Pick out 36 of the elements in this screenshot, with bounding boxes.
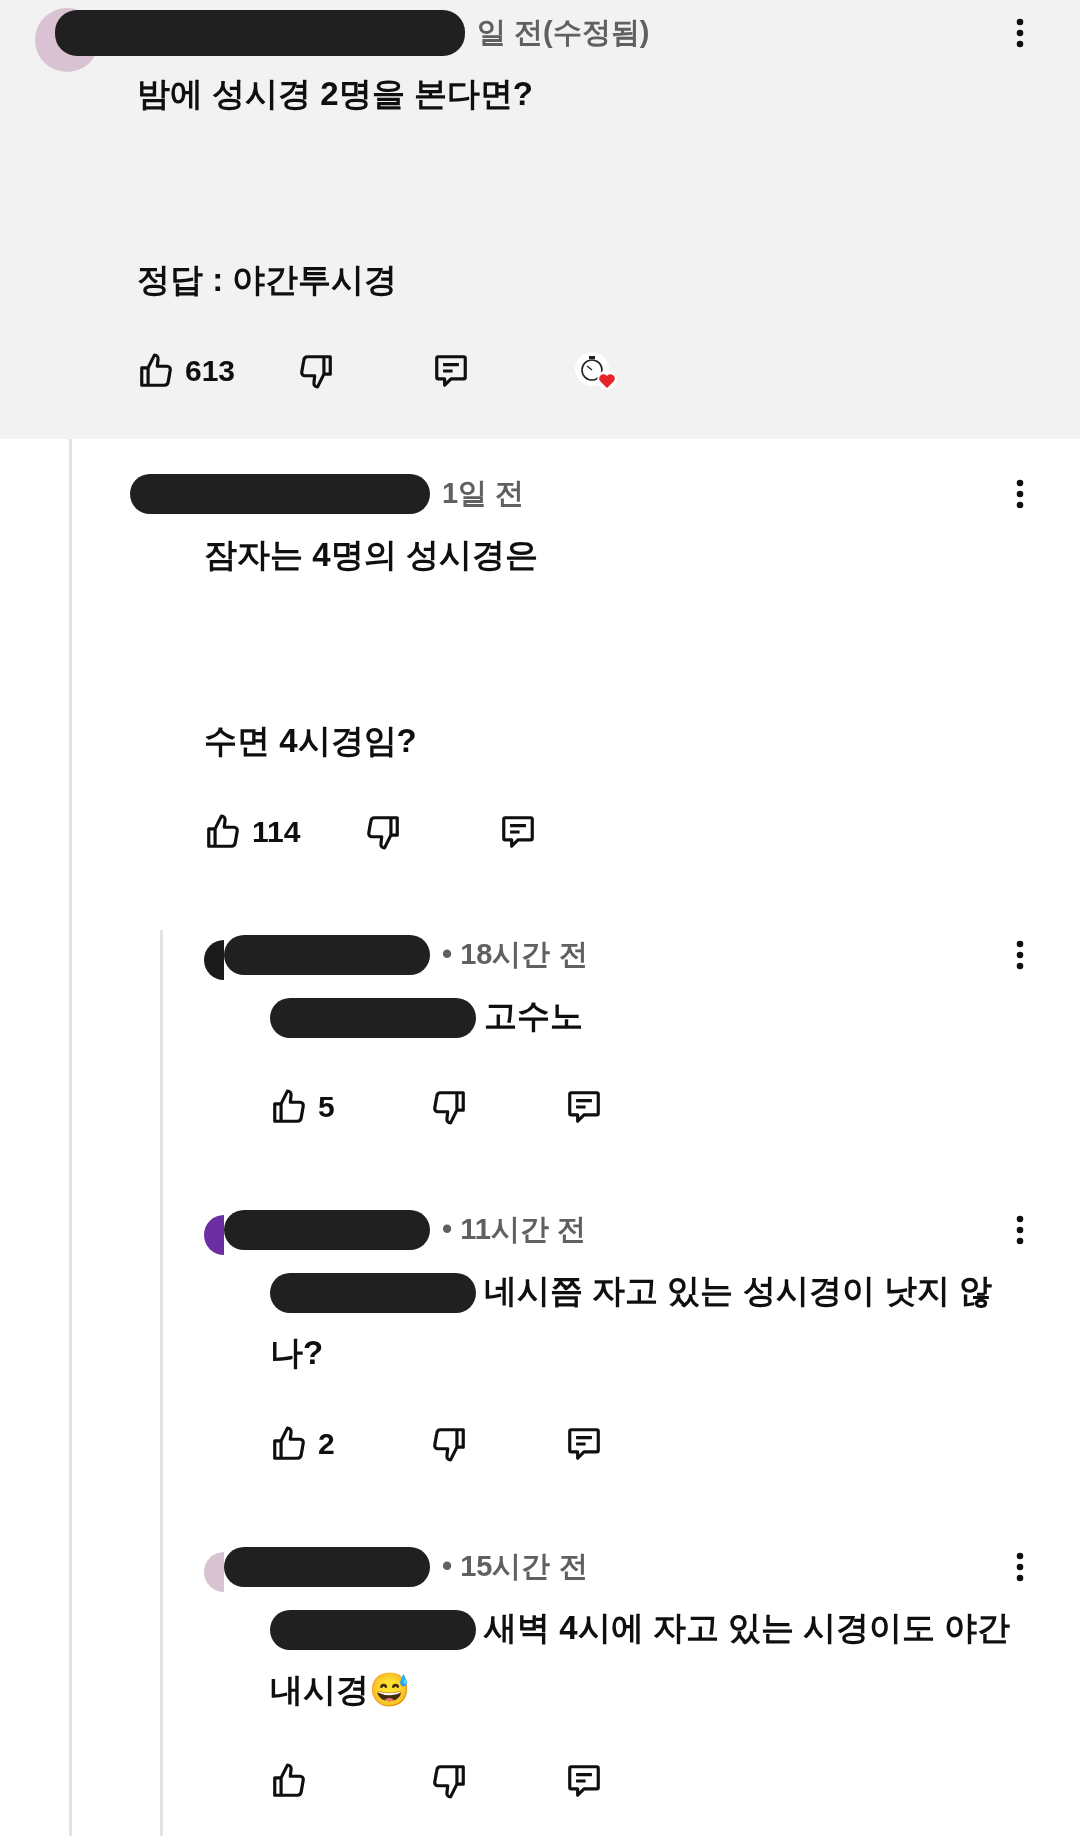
- thumbs-down-icon[interactable]: [430, 1088, 468, 1126]
- reply-icon[interactable]: [432, 352, 470, 390]
- comment-text: 새벽 4시에 자고 있는 시경이도 야간내시경😅: [270, 1608, 1012, 1710]
- comment-time: 1일 전: [442, 476, 525, 511]
- comment-text: 밤에 성시경 2명을 본다면? 정답 : 야간투시경: [137, 74, 535, 300]
- reply-icon[interactable]: [565, 1425, 603, 1463]
- thumbs-up-icon[interactable]: [204, 813, 242, 851]
- avatar[interactable]: [204, 1215, 224, 1255]
- thumbs-up-icon[interactable]: [137, 352, 175, 390]
- like-count: 613: [185, 354, 236, 388]
- thumbs-down-icon[interactable]: [430, 1425, 468, 1463]
- more-menu-icon[interactable]: [1015, 479, 1025, 509]
- thumbs-up-icon[interactable]: [270, 1088, 308, 1126]
- reply-icon[interactable]: [499, 813, 537, 851]
- more-menu-icon[interactable]: [1015, 940, 1025, 970]
- thumbs-up-icon[interactable]: [270, 1762, 308, 1800]
- like-count: 5: [318, 1090, 335, 1124]
- more-menu-icon[interactable]: [1015, 18, 1025, 48]
- thumbs-down-icon[interactable]: [364, 813, 402, 851]
- comment-time: • 11시간 전: [442, 1212, 586, 1247]
- comment-time: 일 전(수정됨): [477, 15, 650, 50]
- more-menu-icon[interactable]: [1015, 1552, 1025, 1582]
- thumbs-down-icon[interactable]: [430, 1762, 468, 1800]
- comment-text: 네시쯤 자고 있는 성시경이 낫지 않나?: [270, 1271, 993, 1373]
- comment-text: 잠자는 4명의 성시경은 수면 4시경임?: [204, 535, 539, 761]
- avatar[interactable]: [204, 940, 224, 980]
- comment-time: • 18시간 전: [442, 937, 588, 972]
- comment-time: • 15시간 전: [442, 1549, 588, 1584]
- more-menu-icon[interactable]: [1015, 1215, 1025, 1245]
- reply-icon[interactable]: [565, 1762, 603, 1800]
- thumbs-up-icon[interactable]: [270, 1425, 308, 1463]
- like-count: 114: [252, 815, 301, 849]
- comment-text: 고수노: [270, 985, 1025, 1047]
- like-count: 2: [318, 1427, 335, 1461]
- thumbs-down-icon[interactable]: [297, 352, 335, 390]
- reply-icon[interactable]: [565, 1088, 603, 1126]
